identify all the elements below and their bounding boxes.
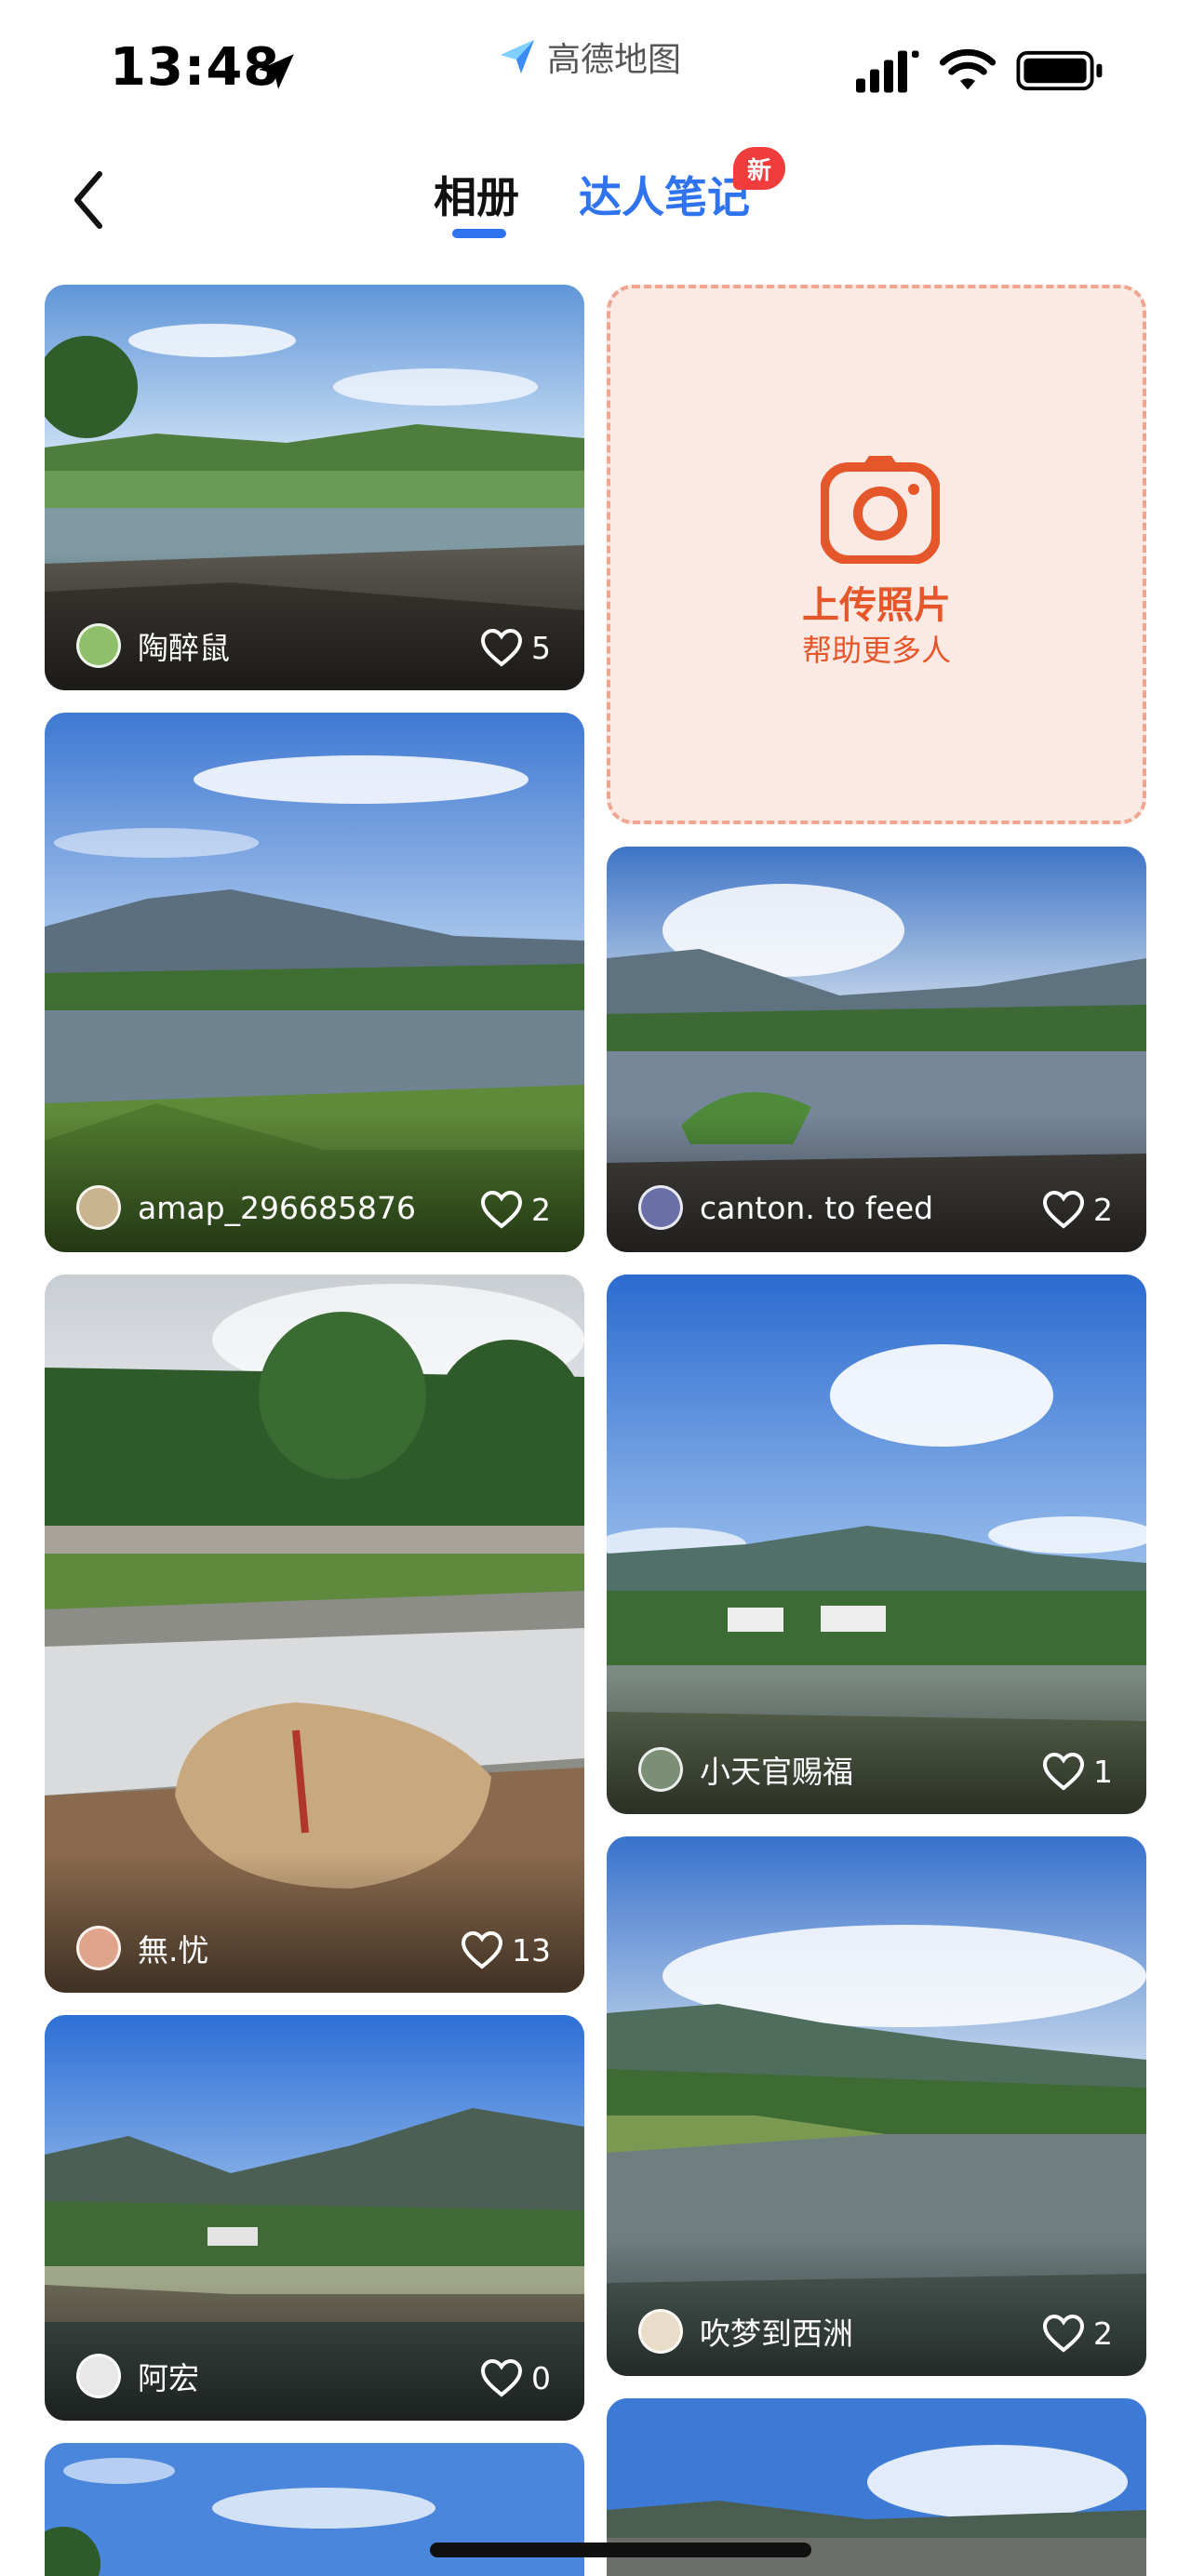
- photo-overlay: [607, 2236, 1146, 2376]
- heart-icon: [480, 1190, 523, 1229]
- location-arrow-icon: [259, 54, 294, 89]
- avatar: [76, 1926, 121, 1970]
- photo-author[interactable]: amap_296685876: [76, 1185, 416, 1230]
- like-count: 13: [512, 1931, 551, 1969]
- back-button[interactable]: [56, 158, 121, 242]
- avatar: [638, 1747, 683, 1792]
- photo-author[interactable]: 吹梦到西洲: [638, 2309, 853, 2354]
- photo-author[interactable]: 阿宏: [76, 2354, 199, 2398]
- heart-icon: [1042, 1190, 1085, 1229]
- photo-author[interactable]: 陶醉鼠: [76, 623, 230, 668]
- author-name: 無.忧: [138, 1932, 209, 1969]
- photo-card[interactable]: 吹梦到西洲 2: [607, 1836, 1146, 2376]
- like-count: 2: [1093, 1191, 1113, 1228]
- tab-album[interactable]: 相册: [434, 164, 519, 225]
- avatar: [638, 2309, 683, 2354]
- avatar: [76, 2354, 121, 2398]
- photo-author[interactable]: 無.忧: [76, 1926, 209, 1970]
- photo-card[interactable]: canton. to feed 2: [607, 847, 1146, 1252]
- tab-expert-notes[interactable]: 达人笔记: [579, 164, 750, 225]
- photo-card[interactable]: 小天官赐福 1: [607, 1275, 1146, 1814]
- app-name: 高德地图: [547, 41, 682, 79]
- photo-card[interactable]: 無.忧 13: [45, 1275, 584, 1993]
- heart-icon: [461, 1930, 503, 1969]
- active-tab-indicator: [452, 229, 506, 238]
- like-count: 2: [531, 1191, 551, 1228]
- nav-bar: 相册 达人笔记 新: [0, 130, 1191, 270]
- photo-overlay: [607, 1113, 1146, 1252]
- author-name: canton. to feed: [700, 1189, 934, 1226]
- status-bar: 13:48 高德地图: [0, 0, 1191, 130]
- like-count: 2: [1093, 2315, 1113, 2352]
- photo-card[interactable]: amap_296685876 2: [45, 713, 584, 1252]
- photo-overlay: [45, 2281, 584, 2421]
- photo-overlay: [45, 1853, 584, 1993]
- home-indicator[interactable]: [430, 2543, 811, 2557]
- amap-logo-icon: [501, 40, 534, 73]
- new-badge: 新: [733, 147, 785, 190]
- heart-icon: [1042, 1752, 1085, 1791]
- like-count: 0: [531, 2359, 551, 2396]
- author-name: 小天官赐福: [700, 1754, 853, 1790]
- upload-subtitle: 帮助更多人: [801, 633, 951, 668]
- like-count: 1: [1093, 1753, 1113, 1790]
- like-button[interactable]: 2: [1041, 2313, 1113, 2354]
- heart-icon: [480, 628, 523, 667]
- photo-card[interactable]: 陶醉鼠 5: [45, 285, 584, 690]
- battery-icon: [1016, 50, 1103, 91]
- like-button[interactable]: 2: [1041, 1189, 1113, 1230]
- like-count: 5: [531, 629, 551, 666]
- heart-icon: [480, 2358, 523, 2397]
- photo-overlay: [45, 551, 584, 690]
- photo-overlay: [607, 1675, 1146, 1814]
- photo-author[interactable]: canton. to feed: [638, 1185, 933, 1230]
- signal-icon: [856, 50, 919, 93]
- avatar: [76, 623, 121, 668]
- author-name: 陶醉鼠: [138, 630, 230, 666]
- avatar: [76, 1185, 121, 1230]
- like-button[interactable]: 1: [1041, 1751, 1113, 1792]
- back-chevron-icon: [74, 171, 102, 229]
- camera-icon: [821, 456, 940, 564]
- like-button[interactable]: 0: [479, 2357, 551, 2398]
- author-name: amap_296685876: [138, 1189, 416, 1226]
- like-button[interactable]: 5: [479, 627, 551, 668]
- photo-overlay: [45, 1113, 584, 1252]
- photo-author[interactable]: 小天官赐福: [638, 1747, 853, 1792]
- upload-photo-card[interactable]: 上传照片 帮助更多人: [607, 285, 1146, 824]
- author-name: 吹梦到西洲: [700, 2316, 853, 2352]
- like-button[interactable]: 13: [460, 1929, 551, 1970]
- author-name: 阿宏: [138, 2360, 199, 2396]
- like-button[interactable]: 2: [479, 1189, 551, 1230]
- photo-card[interactable]: 阿宏 0: [45, 2015, 584, 2421]
- upload-title: 上传照片: [802, 584, 951, 627]
- avatar: [638, 1185, 683, 1230]
- wifi-icon: [939, 48, 997, 90]
- heart-icon: [1042, 2314, 1085, 2353]
- app-indicator[interactable]: 高德地图: [495, 32, 681, 82]
